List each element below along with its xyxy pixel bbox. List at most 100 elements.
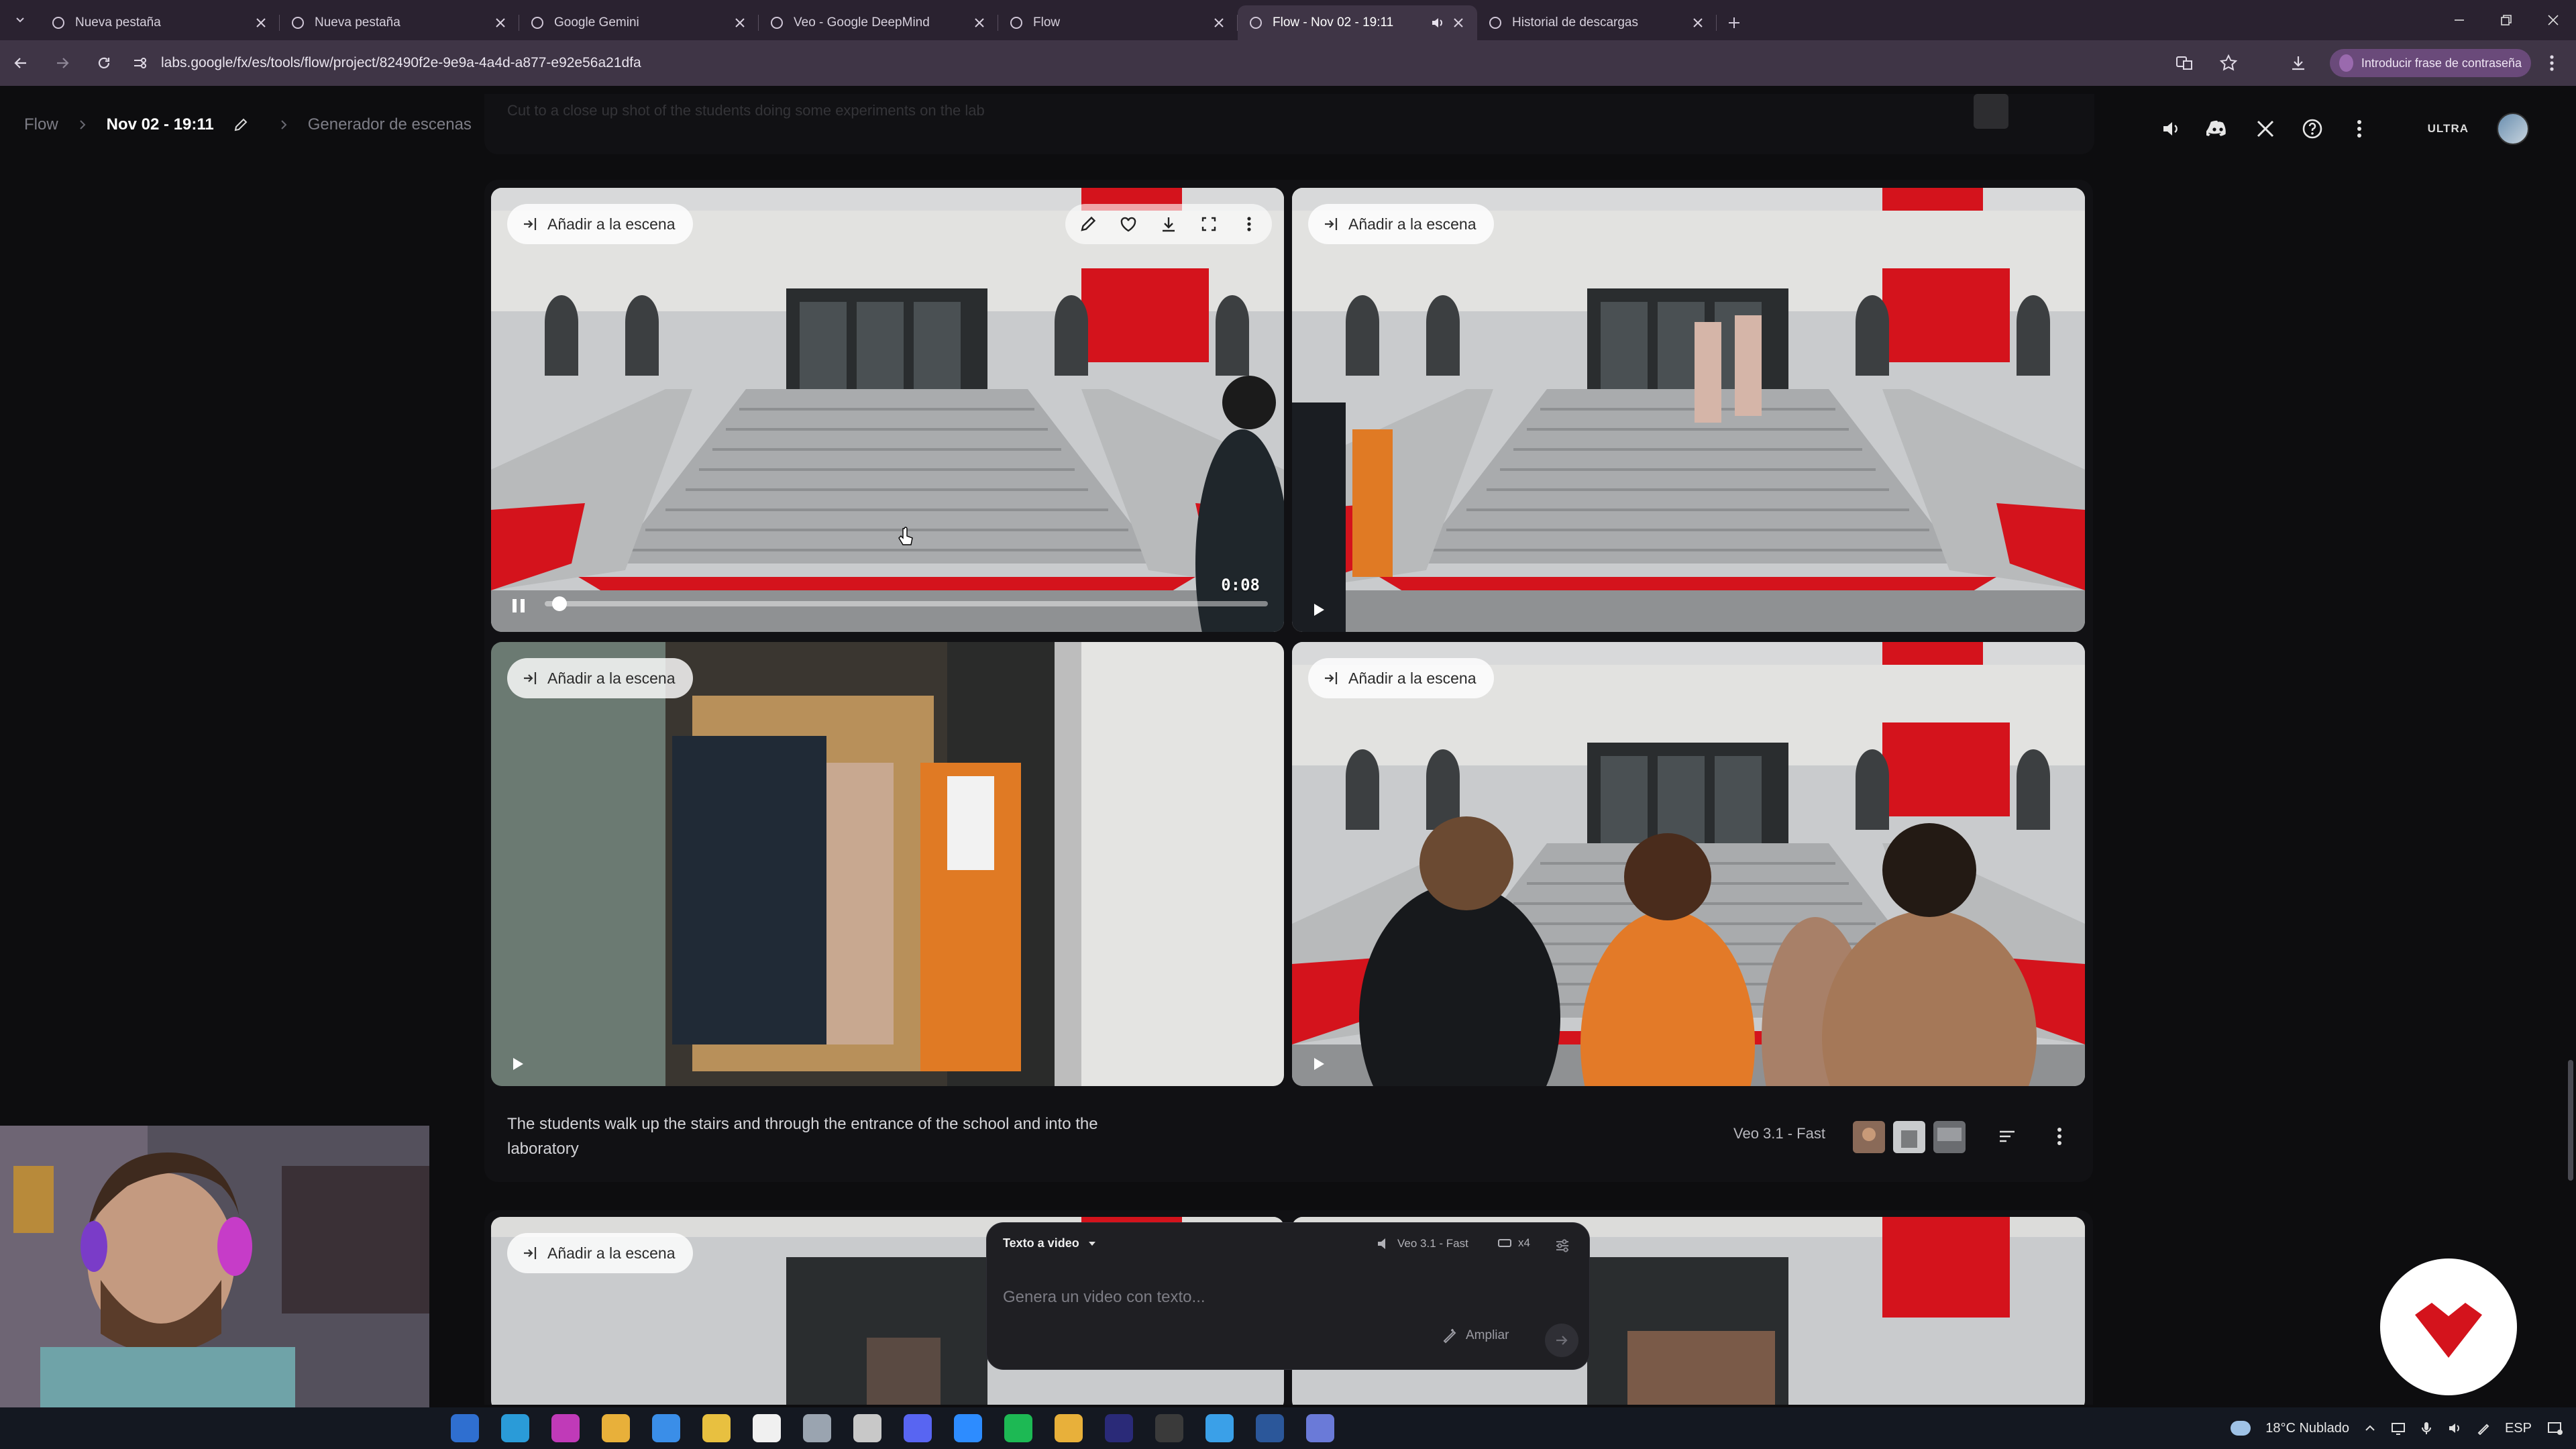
volume-icon[interactable] (2447, 1421, 2462, 1436)
more-vert-icon[interactable] (1236, 211, 1263, 237)
card-more-button[interactable] (2042, 1119, 2077, 1154)
site-info-icon[interactable] (126, 50, 153, 76)
downloads-button[interactable] (2282, 47, 2314, 79)
close-tab-icon[interactable] (1211, 15, 1227, 31)
reload-button[interactable] (83, 42, 125, 84)
pen-icon[interactable] (2477, 1421, 2490, 1435)
copy-icon[interactable] (803, 1414, 831, 1442)
send-button[interactable] (1545, 1324, 1578, 1357)
tab-search-button[interactable] (0, 0, 40, 40)
notification-icon[interactable] (2546, 1420, 2563, 1436)
browser-tab[interactable]: Nueva pestaña (40, 5, 280, 40)
heart-icon[interactable] (1115, 211, 1142, 237)
discord-icon[interactable] (904, 1414, 932, 1442)
restore-button[interactable] (2486, 0, 2526, 40)
translate-button[interactable] (2168, 47, 2200, 79)
video-clip-4[interactable]: Añadir a la escena (1292, 642, 2085, 1086)
chevron-up-icon[interactable] (2364, 1422, 2376, 1434)
edge-icon[interactable] (501, 1414, 529, 1442)
close-icon (2548, 15, 2559, 25)
password-passphrase-chip[interactable]: Introducir frase de contraseña (2330, 49, 2531, 77)
bookmark-button[interactable] (2212, 47, 2245, 79)
microphone-icon[interactable] (2420, 1421, 2432, 1436)
reference-image-1[interactable] (1853, 1121, 1885, 1153)
pencil-icon[interactable] (1075, 211, 1102, 237)
app-icon[interactable] (551, 1414, 580, 1442)
outlook-icon[interactable] (451, 1414, 479, 1442)
task-icon[interactable] (853, 1414, 881, 1442)
generation-mode-dropdown[interactable]: Texto a video (1003, 1236, 1097, 1250)
network-icon[interactable] (2391, 1421, 2406, 1436)
discord-button[interactable] (2205, 115, 2232, 142)
add-to-scene-button[interactable]: Añadir a la escena (1308, 204, 1494, 244)
rename-project-button[interactable] (231, 115, 250, 134)
close-tab-icon[interactable] (253, 15, 269, 31)
breadcrumb-flow-link[interactable]: Flow (24, 115, 58, 134)
add-to-scene-button[interactable]: Añadir a la escena (507, 658, 693, 698)
page-scrollbar[interactable] (2568, 1060, 2573, 1181)
forward-button[interactable] (42, 42, 83, 84)
video-clip-1[interactable]: Añadir a la escena 0:08 (491, 188, 1284, 632)
play-icon[interactable] (507, 1054, 527, 1074)
avatar[interactable] (2497, 113, 2529, 145)
calc-icon[interactable] (1306, 1414, 1334, 1442)
help-button[interactable] (2299, 115, 2326, 142)
minimize-button[interactable] (2439, 0, 2479, 40)
composer-settings-button[interactable] (1549, 1232, 1576, 1259)
reference-image-2[interactable] (1893, 1121, 1925, 1153)
volume-button[interactable] (2158, 115, 2185, 142)
download-icon[interactable] (1155, 211, 1182, 237)
expand-prompt-button[interactable]: Ampliar (1442, 1328, 1509, 1344)
premiere-icon[interactable] (1105, 1414, 1133, 1442)
close-window-button[interactable] (2533, 0, 2573, 40)
browser-tab[interactable]: Nueva pestaña (280, 5, 519, 40)
explorer-icon[interactable] (702, 1414, 731, 1442)
add-to-scene-button[interactable]: Añadir a la escena (507, 1233, 693, 1273)
seek-handle[interactable] (551, 596, 567, 611)
speaker-icon[interactable] (1430, 15, 1445, 30)
close-tab-icon[interactable] (492, 15, 508, 31)
fullscreen-icon[interactable] (1195, 211, 1222, 237)
word-icon[interactable] (1256, 1414, 1284, 1442)
close-tab-icon[interactable] (1450, 15, 1466, 31)
reorder-button[interactable] (1990, 1119, 2025, 1154)
browser-menu-button[interactable] (2536, 44, 2568, 82)
close-tab-icon[interactable] (732, 15, 748, 31)
video-clip-2[interactable]: Añadir a la escena (1292, 188, 2085, 632)
weather-label[interactable]: 18°C Nublado (2265, 1421, 2349, 1436)
add-to-scene-button[interactable]: Añadir a la escena (507, 204, 693, 244)
x-social-button[interactable] (2252, 115, 2279, 142)
play-icon[interactable] (1308, 600, 1328, 620)
model-selector[interactable]: Veo 3.1 - Fast (1376, 1236, 1468, 1251)
breadcrumb-scene-builder[interactable]: Generador de escenas (308, 115, 472, 134)
calendar-icon[interactable] (652, 1414, 680, 1442)
notion-icon[interactable] (753, 1414, 781, 1442)
obs-icon[interactable] (1155, 1414, 1183, 1442)
address-bar[interactable]: labs.google/fx/es/tools/flow/project/824… (126, 44, 2142, 82)
photos-icon[interactable] (1205, 1414, 1234, 1442)
back-button[interactable] (0, 42, 42, 84)
browser-tab[interactable]: Historial de descargas (1477, 5, 1717, 40)
reference-image-3[interactable] (1933, 1121, 1966, 1153)
browser-tab[interactable]: Flow (998, 5, 1238, 40)
zoom-icon[interactable] (954, 1414, 982, 1442)
pause-icon[interactable] (507, 594, 530, 617)
play-icon[interactable] (1308, 1054, 1328, 1074)
new-tab-button[interactable] (1717, 5, 1752, 40)
add-to-scene-button[interactable]: Añadir a la escena (1308, 658, 1494, 698)
seek-bar[interactable] (545, 596, 1268, 611)
input-language[interactable]: ESP (2505, 1421, 2532, 1436)
browser-tab[interactable]: Google Gemini (519, 5, 759, 40)
browser-tab[interactable]: Veo - Google DeepMind (759, 5, 998, 40)
close-tab-icon[interactable] (971, 15, 987, 31)
more-options-button[interactable] (2346, 115, 2373, 142)
previous-prompt-thumbnail[interactable] (1974, 94, 2008, 129)
browser-tab[interactable]: Flow - Nov 02 - 19:11 (1238, 5, 1477, 40)
chrome-icon[interactable] (1055, 1414, 1083, 1442)
prompt-input[interactable] (1003, 1282, 1566, 1313)
close-tab-icon[interactable] (1690, 15, 1706, 31)
output-count-selector[interactable]: x4 (1498, 1236, 1530, 1250)
video-clip-3[interactable]: Añadir a la escena (491, 642, 1284, 1086)
spotify-icon[interactable] (1004, 1414, 1032, 1442)
chrome-icon[interactable] (602, 1414, 630, 1442)
